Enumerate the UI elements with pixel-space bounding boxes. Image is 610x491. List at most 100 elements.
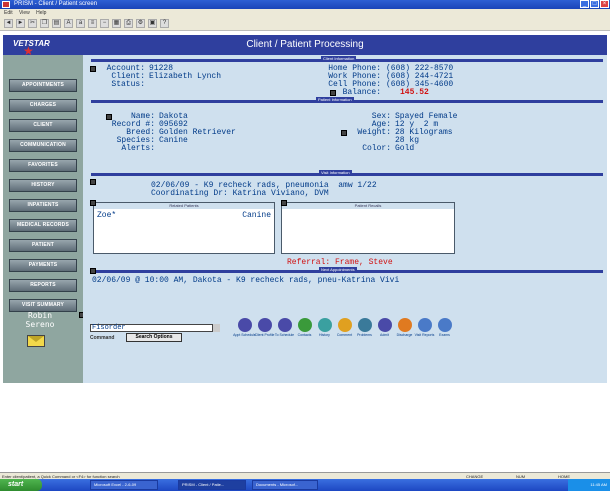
visit-section-bar: Visit Information bbox=[91, 170, 603, 176]
task-prism[interactable]: PRISM - Client / Patie... bbox=[178, 480, 246, 490]
menu-help[interactable]: Help bbox=[36, 10, 46, 16]
sidebar-item-history[interactable]: HISTORY bbox=[9, 179, 77, 192]
cut-icon[interactable]: ✂ bbox=[28, 19, 37, 28]
weight-label: Weight: bbox=[357, 128, 391, 137]
font-icon[interactable]: A bbox=[64, 19, 73, 28]
appointments-section-bar: Next Appointments bbox=[91, 267, 603, 273]
sidebar-item-favorites[interactable]: FAVORITES bbox=[9, 159, 77, 172]
search-options-button[interactable]: Search Options bbox=[126, 333, 182, 342]
action-label: Exams bbox=[439, 333, 450, 337]
action-problems-button[interactable]: Problems bbox=[355, 318, 374, 342]
action-visit-reports-button[interactable]: Visit Reports bbox=[415, 318, 434, 342]
font-size-icon[interactable]: a bbox=[76, 19, 85, 28]
calc-icon[interactable]: ▣ bbox=[148, 19, 157, 28]
action-appt-schedule-icon bbox=[238, 318, 252, 332]
sidebar-item-charges[interactable]: CHARGES bbox=[9, 99, 77, 112]
visit-expand-icon[interactable] bbox=[90, 179, 96, 185]
sidebar: APPOINTMENTS CHARGES CLIENT COMMUNICATIO… bbox=[3, 55, 85, 383]
related-expand-icon[interactable] bbox=[90, 200, 96, 206]
action-admit-button[interactable]: Admit bbox=[375, 318, 394, 342]
patient-section-title: Patient Information bbox=[316, 97, 354, 102]
help-icon[interactable]: ? bbox=[160, 19, 169, 28]
action-exams-button[interactable]: Exams bbox=[435, 318, 454, 342]
paste-icon[interactable]: ▤ bbox=[52, 19, 61, 28]
minus-icon[interactable]: − bbox=[100, 19, 109, 28]
page-title: Client / Patient Processing bbox=[246, 39, 364, 50]
action-comment-icon bbox=[338, 318, 352, 332]
menu-view[interactable]: View bbox=[19, 10, 30, 16]
client-expand-icon[interactable] bbox=[90, 66, 96, 72]
sidebar-item-appointments[interactable]: APPOINTMENTS bbox=[9, 79, 77, 92]
color-label: Color: bbox=[362, 144, 391, 153]
alerts-label: Alerts: bbox=[121, 144, 155, 153]
related-patient-species: Canine bbox=[242, 211, 271, 220]
related-patients-panel: Related Patients Zoe* Canine bbox=[93, 202, 275, 254]
copy-icon[interactable]: ❐ bbox=[40, 19, 49, 28]
action-admit-icon bbox=[378, 318, 392, 332]
menu-edit[interactable]: Edit bbox=[4, 10, 13, 16]
list-icon[interactable]: ≡ bbox=[88, 19, 97, 28]
task-excel[interactable]: Microsoft Excel - 2-6-09 bbox=[90, 480, 158, 490]
visit-section-title: Visit Information bbox=[319, 170, 352, 175]
clock: 11:45 AM bbox=[590, 482, 607, 487]
action-appt-schedule-button[interactable]: Appt Schedule bbox=[233, 318, 256, 342]
action-history-button[interactable]: History bbox=[315, 318, 334, 342]
action-client-profile-icon bbox=[258, 318, 272, 332]
recalls-expand-icon[interactable] bbox=[281, 200, 287, 206]
coordinating-doctor: Coordinating Dr: Katrina Viviano, DVM bbox=[151, 189, 329, 198]
appointments-expand-icon[interactable] bbox=[90, 268, 96, 274]
command-input[interactable]: Fisorder bbox=[90, 324, 218, 332]
related-patient-name[interactable]: Zoe* bbox=[97, 212, 116, 220]
sidebar-item-patient[interactable]: PATIENT bbox=[9, 239, 77, 252]
balance-amount: 145.52 bbox=[400, 88, 429, 97]
patient-section-bar: Patient Information bbox=[91, 97, 603, 103]
user-last-name: Sereno bbox=[25, 320, 55, 329]
status-label: Status: bbox=[111, 80, 145, 89]
back-icon[interactable]: ◄ bbox=[4, 19, 13, 28]
action-exams-icon bbox=[438, 318, 452, 332]
task-documents[interactable]: Documents - Microsof... bbox=[252, 480, 318, 490]
settings-icon[interactable]: ⚙ bbox=[136, 19, 145, 28]
command-label: Command bbox=[90, 335, 115, 341]
action-problems-icon bbox=[358, 318, 372, 332]
toolbar: ◄ ► ✂ ❐ ▤ A a ≡ − ▦ ⎙ ⚙ ▣ ? bbox=[0, 17, 610, 31]
sidebar-item-reports[interactable]: REPORTS bbox=[9, 279, 77, 292]
minimize-button[interactable]: _ bbox=[580, 0, 589, 8]
window-title: PRISM - Client / Patient screen bbox=[14, 1, 98, 7]
system-tray: 11:45 AM bbox=[568, 479, 610, 491]
status-bar: Enter client/patient, a Quick Command or… bbox=[0, 472, 610, 479]
command-dropdown-icon[interactable] bbox=[212, 324, 220, 332]
sidebar-item-client[interactable]: CLIENT bbox=[9, 119, 77, 132]
patient-recalls-panel: Patient Recalls bbox=[281, 202, 455, 254]
client-section-bar: Client Information bbox=[91, 56, 603, 62]
grid-icon[interactable]: ▦ bbox=[112, 19, 121, 28]
window-titlebar: PRISM - Client / Patient screen _ □ × bbox=[0, 0, 610, 9]
action-discharge-icon bbox=[398, 318, 412, 332]
forward-icon[interactable]: ► bbox=[16, 19, 25, 28]
action-visit-reports-icon bbox=[418, 318, 432, 332]
app-window: PRISM - Client / Patient screen _ □ × Ed… bbox=[0, 0, 610, 491]
color-value: Gold bbox=[395, 144, 415, 153]
start-button[interactable]: start bbox=[0, 479, 42, 491]
print-icon[interactable]: ⎙ bbox=[124, 19, 133, 28]
action-history-icon bbox=[318, 318, 332, 332]
action-client-profile-button[interactable]: Client Profile bbox=[255, 318, 274, 342]
mail-icon[interactable] bbox=[27, 335, 45, 347]
sidebar-item-payments[interactable]: PAYMENTS bbox=[9, 259, 77, 272]
client-name: Elizabeth Lynch bbox=[149, 72, 222, 81]
action-contacts-button[interactable]: Contacts bbox=[295, 318, 314, 342]
action-discharge-button[interactable]: Discharge bbox=[395, 318, 414, 342]
client-section-title: Client Information bbox=[321, 56, 357, 61]
sidebar-item-communication[interactable]: COMMUNICATION bbox=[9, 139, 77, 152]
action-comment-button[interactable]: Comment bbox=[335, 318, 354, 342]
maximize-button[interactable]: □ bbox=[590, 0, 599, 8]
action-to-schedule-icon bbox=[278, 318, 292, 332]
taskbar: start Microsoft Excel - 2-6-09 PRISM - C… bbox=[0, 479, 610, 491]
species-value: Canine bbox=[159, 136, 188, 145]
sidebar-item-medical-records[interactable]: MEDICAL RECORDS bbox=[9, 219, 77, 232]
close-button[interactable]: × bbox=[600, 0, 609, 8]
user-first-name: Robin bbox=[27, 311, 53, 320]
next-appointment[interactable]: 02/06/09 @ 10:00 AM, Dakota - K9 recheck… bbox=[92, 277, 399, 285]
action-to-schedule-button[interactable]: To Schedule bbox=[275, 318, 294, 342]
sidebar-item-inpatients[interactable]: INPATIENTS bbox=[9, 199, 77, 212]
